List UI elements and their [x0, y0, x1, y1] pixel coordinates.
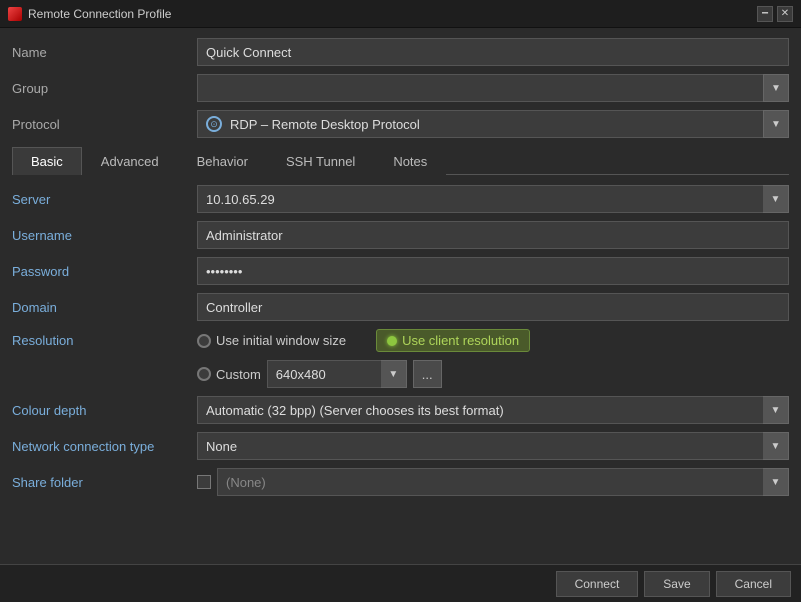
protocol-label: Protocol [12, 117, 197, 132]
share-folder-checkbox[interactable] [197, 475, 211, 489]
share-folder-row: Share folder (None) ▼ [12, 468, 789, 496]
tab-ssh-tunnel[interactable]: SSH Tunnel [267, 147, 374, 175]
group-input[interactable] [197, 74, 789, 102]
name-label: Name [12, 45, 197, 60]
username-input-wrapper [197, 221, 789, 249]
group-select-wrapper: ▼ [197, 74, 789, 102]
network-select[interactable]: None [197, 432, 789, 460]
name-row: Name [12, 38, 789, 66]
group-row: Group ▼ [12, 74, 789, 102]
resolution-custom-label: Custom [216, 367, 261, 382]
share-folder-control: (None) ▼ [197, 468, 789, 496]
close-button[interactable]: ✕ [777, 6, 793, 22]
group-dropdown-arrow[interactable]: ▼ [763, 74, 789, 102]
server-label: Server [12, 192, 197, 207]
resolution-initial-option[interactable]: Use initial window size [197, 333, 346, 348]
title-bar-buttons: 🗕 ✕ [757, 6, 793, 22]
tab-advanced[interactable]: Advanced [82, 147, 178, 175]
resolution-custom-row: Custom 640x480 ▼ ... [197, 360, 789, 388]
share-folder-label: Share folder [12, 475, 197, 490]
tab-content-basic: Server ▼ Username Password Domain [12, 185, 789, 496]
network-label: Network connection type [12, 439, 197, 454]
tabs-bar: Basic Advanced Behavior SSH Tunnel Notes [12, 146, 789, 175]
tab-notes[interactable]: Notes [374, 147, 446, 175]
protocol-row: Protocol ⊙ RDP – Remote Desktop Protocol… [12, 110, 789, 138]
colour-depth-label: Colour depth [12, 403, 197, 418]
resolution-custom-group: Custom 640x480 ▼ ... [197, 360, 442, 388]
colour-depth-select-wrapper: Automatic (32 bpp) (Server chooses its b… [197, 396, 789, 424]
server-dropdown-btn[interactable]: ▼ [763, 185, 789, 213]
password-input-wrapper [197, 257, 789, 285]
password-label: Password [12, 264, 197, 279]
network-arrow[interactable]: ▼ [763, 432, 789, 460]
password-row: Password [12, 257, 789, 285]
resolution-label: Resolution [12, 333, 197, 348]
save-button[interactable]: Save [644, 571, 709, 597]
bottom-bar: Connect Save Cancel [0, 564, 801, 602]
resolution-client-option[interactable]: Use client resolution [376, 329, 530, 352]
resolution-initial-radio[interactable] [197, 334, 211, 348]
domain-row: Domain [12, 293, 789, 321]
resolution-custom-option[interactable]: Custom [197, 367, 261, 382]
resolution-initial-label: Use initial window size [216, 333, 346, 348]
cancel-button[interactable]: Cancel [716, 571, 791, 597]
main-container: Name Group ▼ Protocol ⊙ RDP – Remote Des… [0, 28, 801, 512]
domain-input-wrapper [197, 293, 789, 321]
network-select-wrapper: None ▼ [197, 432, 789, 460]
colour-depth-arrow[interactable]: ▼ [763, 396, 789, 424]
domain-input[interactable] [197, 293, 789, 321]
server-input[interactable] [197, 185, 763, 213]
colour-depth-row: Colour depth Automatic (32 bpp) (Server … [12, 396, 789, 424]
resolution-dots-button[interactable]: ... [413, 360, 442, 388]
app-icon [8, 7, 22, 21]
colour-depth-select[interactable]: Automatic (32 bpp) (Server chooses its b… [197, 396, 789, 424]
username-input[interactable] [197, 221, 789, 249]
resolution-client-dot [387, 336, 397, 346]
resolution-client-label: Use client resolution [402, 333, 519, 348]
resolution-custom-select-wrapper: 640x480 ▼ [267, 360, 407, 388]
resolution-custom-arrow[interactable]: ▼ [381, 360, 407, 388]
network-row: Network connection type None ▼ [12, 432, 789, 460]
protocol-value: RDP – Remote Desktop Protocol [230, 117, 420, 132]
minimize-button[interactable]: 🗕 [757, 6, 773, 22]
tab-behavior[interactable]: Behavior [178, 147, 267, 175]
domain-label: Domain [12, 300, 197, 315]
server-row: Server ▼ [12, 185, 789, 213]
tab-basic[interactable]: Basic [12, 147, 82, 175]
connect-button[interactable]: Connect [556, 571, 639, 597]
username-label: Username [12, 228, 197, 243]
group-label: Group [12, 81, 197, 96]
share-folder-arrow[interactable]: ▼ [763, 468, 789, 496]
title-bar-left: Remote Connection Profile [8, 7, 171, 21]
resolution-row: Resolution Use initial window size Use c… [12, 329, 789, 352]
resolution-custom-radio[interactable] [197, 367, 211, 381]
share-folder-select[interactable]: (None) [217, 468, 789, 496]
username-row: Username [12, 221, 789, 249]
password-input[interactable] [197, 257, 789, 285]
protocol-display[interactable]: ⊙ RDP – Remote Desktop Protocol [197, 110, 789, 138]
window-title: Remote Connection Profile [28, 7, 171, 21]
protocol-icon: ⊙ [206, 116, 222, 132]
server-input-wrapper: ▼ [197, 185, 789, 213]
title-bar: Remote Connection Profile 🗕 ✕ [0, 0, 801, 28]
protocol-select-wrapper: ⊙ RDP – Remote Desktop Protocol ▼ [197, 110, 789, 138]
protocol-dropdown-arrow[interactable]: ▼ [763, 110, 789, 138]
name-input[interactable] [197, 38, 789, 66]
resolution-options: Use initial window size Use client resol… [197, 329, 789, 352]
share-folder-select-wrapper: (None) ▼ [217, 468, 789, 496]
